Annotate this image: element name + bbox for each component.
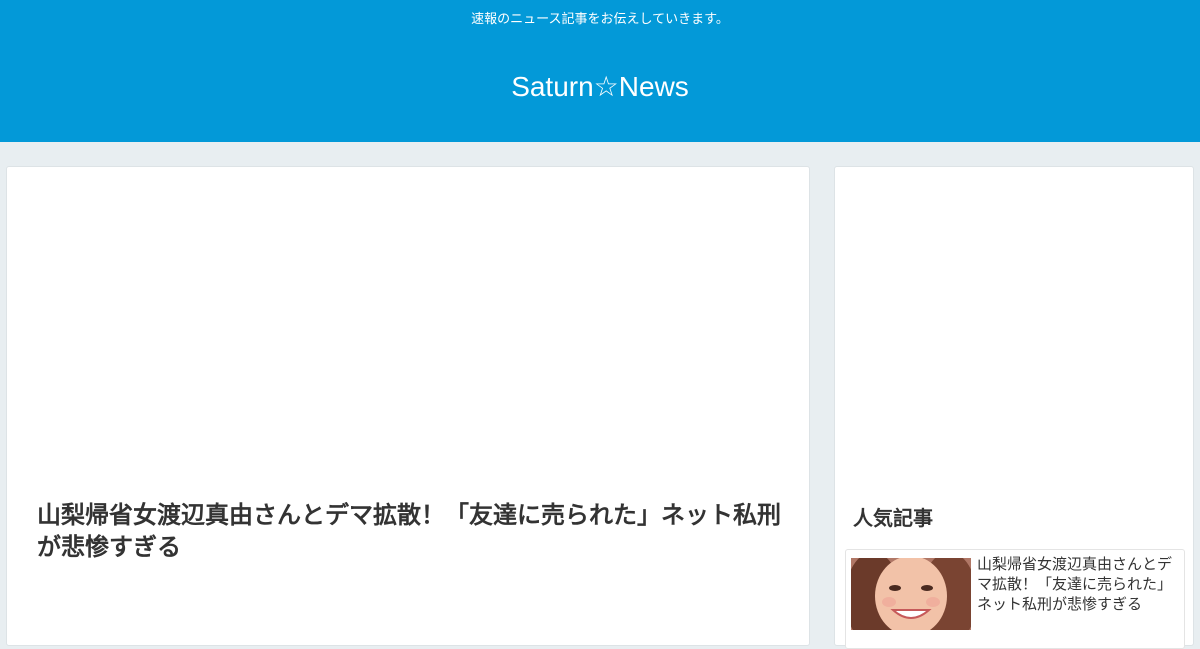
article-thumbnail[interactable] [851, 558, 971, 630]
sidebar: 人気記事 山梨帰省女渡辺真由さんとデマ拡散！「友達に売られた」ネット私刑が悲惨す… [834, 166, 1194, 649]
article-card: 山梨帰省女渡辺真由さんとデマ拡散！「友達に売られた」ネット私刑が悲惨すぎる [6, 166, 810, 646]
popular-article-title[interactable]: 山梨帰省女渡辺真由さんとデマ拡散！「友達に売られた」ネット私刑が悲惨すぎる [977, 554, 1177, 614]
site-header: 速報のニュース記事をお伝えしていきます。 Saturn☆News [0, 0, 1200, 142]
popular-articles-heading: 人気記事 [853, 506, 933, 530]
site-title-link[interactable]: Saturn☆News [0, 70, 1200, 104]
thumbnail-photo [851, 558, 971, 630]
site-tagline: 速報のニュース記事をお伝えしていきます。 [471, 12, 729, 27]
popular-article-item[interactable]: 山梨帰省女渡辺真由さんとデマ拡散！「友達に売られた」ネット私刑が悲惨すぎる [845, 549, 1185, 649]
article-title: 山梨帰省女渡辺真由さんとデマ拡散！「友達に売られた」ネット私刑が悲惨すぎる [37, 501, 781, 561]
